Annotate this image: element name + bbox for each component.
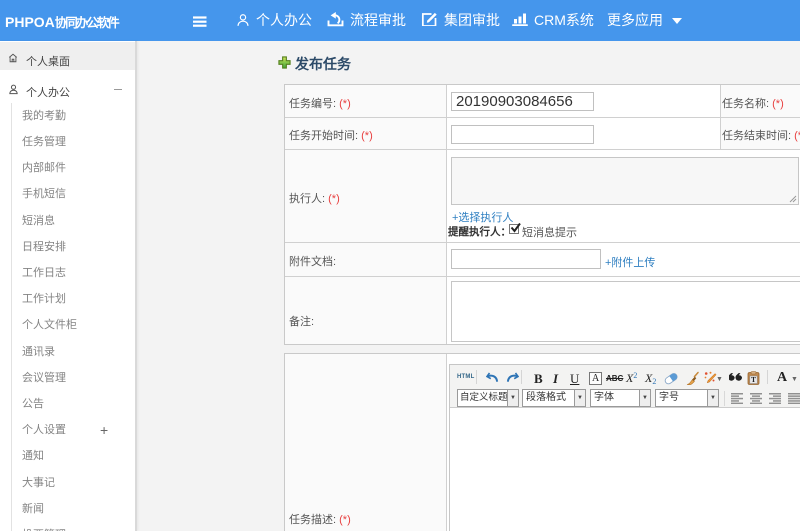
svg-text:T: T (751, 375, 756, 384)
